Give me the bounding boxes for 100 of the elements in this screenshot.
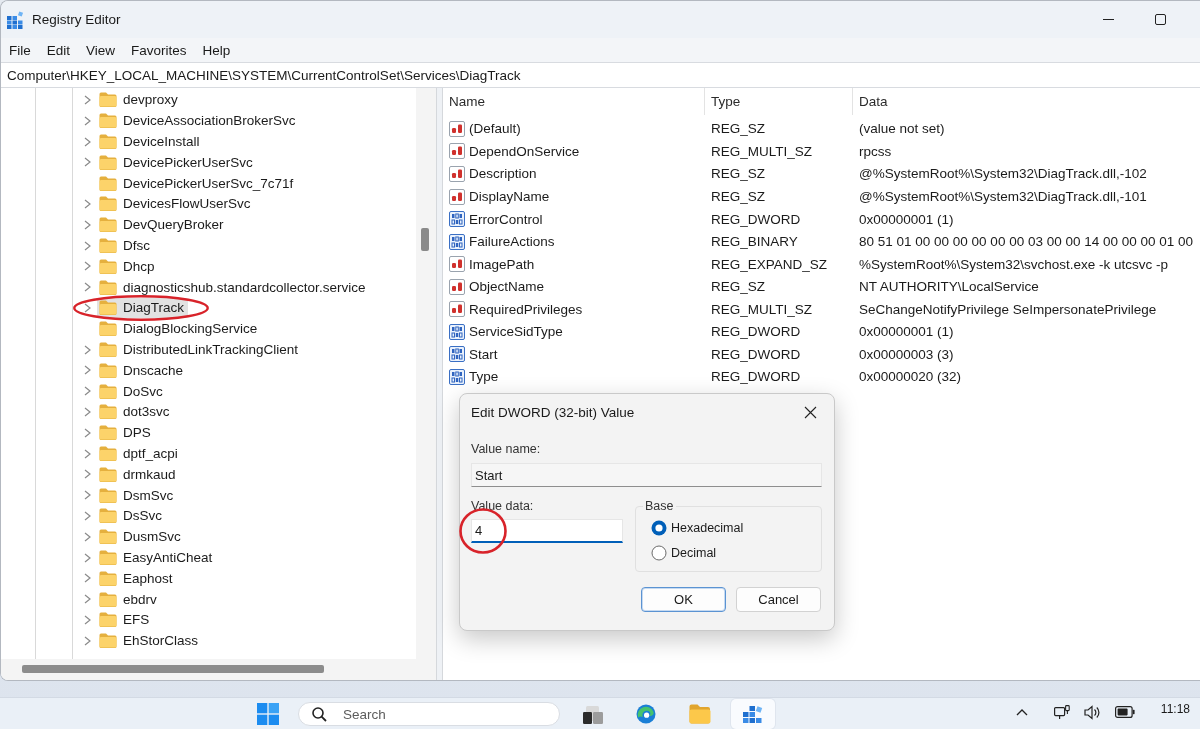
radio-icon[interactable] bbox=[651, 545, 667, 561]
tree-item[interactable]: DistributedLinkTrackingClient bbox=[97, 339, 303, 360]
expand-chevron-icon[interactable] bbox=[84, 344, 91, 355]
grid-tile-icon bbox=[449, 233, 465, 250]
value-type: REG_DWORD bbox=[711, 211, 801, 227]
value-name: (Default) bbox=[469, 121, 521, 137]
expand-chevron-icon[interactable] bbox=[84, 614, 91, 625]
radio-option[interactable]: Hexadecimal bbox=[651, 520, 744, 536]
expand-chevron-icon[interactable] bbox=[84, 282, 91, 293]
folder-icon bbox=[689, 703, 711, 725]
value-name-field[interactable]: Start bbox=[471, 463, 822, 487]
tree-item[interactable]: DevQueryBroker bbox=[97, 214, 228, 235]
tree-item[interactable]: dot3svc bbox=[97, 401, 174, 422]
menu-item[interactable]: Favorites bbox=[123, 39, 195, 61]
maximize-icon bbox=[1154, 14, 1166, 25]
clock[interactable]: 11:18 bbox=[1160, 702, 1190, 716]
tree-item[interactable]: DialogBlockingService bbox=[97, 318, 262, 339]
expand-chevron-icon[interactable] bbox=[84, 552, 91, 563]
folder-icon bbox=[99, 175, 117, 191]
tree-item[interactable]: DevicesFlowUserSvc bbox=[97, 193, 255, 214]
expand-chevron-icon[interactable] bbox=[84, 198, 91, 209]
chevron-up-icon[interactable] bbox=[1015, 708, 1028, 716]
expand-chevron-icon[interactable] bbox=[84, 490, 91, 501]
expand-chevron-icon[interactable] bbox=[84, 240, 91, 251]
search-field[interactable]: Search bbox=[298, 702, 560, 726]
expand-chevron-icon[interactable] bbox=[84, 510, 91, 521]
expand-chevron-icon[interactable] bbox=[84, 448, 91, 459]
tree-item[interactable]: Dhcp bbox=[97, 256, 159, 277]
tree-item[interactable]: EhStorClass bbox=[97, 630, 203, 651]
speaker-icon[interactable] bbox=[1083, 704, 1101, 720]
expand-chevron-icon[interactable] bbox=[84, 365, 91, 376]
scrollbar-thumb[interactable] bbox=[22, 665, 324, 673]
tree-item[interactable]: DevicePickerUserSvc bbox=[97, 152, 257, 173]
folder-icon bbox=[99, 300, 117, 316]
tree-item[interactable]: Dfsc bbox=[97, 235, 154, 256]
tree-item[interactable]: DoSvc bbox=[97, 381, 167, 402]
value-data: 0x00000020 (32) bbox=[859, 369, 962, 385]
tree-item[interactable]: drmkaud bbox=[97, 464, 180, 485]
tree-item[interactable]: diagnosticshub.standardcollector.service bbox=[97, 277, 370, 298]
expand-chevron-icon[interactable] bbox=[84, 136, 91, 147]
blocks-icon bbox=[742, 703, 764, 725]
value-data-field[interactable]: 4 bbox=[471, 519, 623, 543]
folder-icon bbox=[99, 591, 117, 607]
tree-item[interactable]: devproxy bbox=[97, 90, 182, 110]
folder-icon bbox=[99, 466, 117, 482]
bars-tile-icon bbox=[449, 188, 465, 205]
tree-item[interactable]: ebdrv bbox=[97, 589, 161, 610]
tree-item[interactable]: DeviceInstall bbox=[97, 131, 204, 152]
expand-chevron-icon[interactable] bbox=[84, 386, 91, 397]
value-type: REG_SZ bbox=[711, 189, 765, 204]
radio-icon[interactable] bbox=[651, 520, 667, 536]
address-field[interactable]: Computer\HKEY_LOCAL_MACHINE\SYSTEM\CurrentControlSet\Services\DiagTrack bbox=[1, 62, 1200, 88]
scrollbar-thumb[interactable] bbox=[421, 228, 429, 251]
expand-chevron-icon[interactable] bbox=[84, 406, 91, 417]
expand-chevron-icon[interactable] bbox=[84, 219, 91, 230]
folder-icon bbox=[99, 425, 117, 441]
menu-item[interactable]: Edit bbox=[38, 39, 79, 61]
monitor-plug-icon[interactable] bbox=[1053, 704, 1070, 720]
expand-chevron-icon[interactable] bbox=[84, 302, 91, 313]
expand-chevron-icon[interactable] bbox=[84, 469, 91, 480]
tree-item[interactable]: DusmSvc bbox=[97, 526, 185, 547]
value-name: Type bbox=[469, 369, 499, 385]
folder-icon bbox=[99, 487, 117, 503]
menu-item[interactable]: View bbox=[78, 39, 124, 61]
grid-tile-icon bbox=[449, 211, 465, 228]
folder-icon bbox=[99, 154, 117, 170]
expand-chevron-icon[interactable] bbox=[84, 95, 91, 105]
tree-item[interactable]: Dnscache bbox=[97, 360, 188, 381]
expand-chevron-icon[interactable] bbox=[84, 635, 91, 646]
search-icon bbox=[312, 706, 327, 722]
tree-item[interactable]: Eaphost bbox=[97, 568, 177, 589]
expand-chevron-icon[interactable] bbox=[84, 115, 91, 126]
battery-icon[interactable] bbox=[1114, 706, 1135, 718]
field-label: Value name: bbox=[471, 442, 541, 457]
value-data: NT AUTHORITY\LocalService bbox=[859, 279, 1039, 295]
folder-icon bbox=[99, 238, 117, 254]
tree-item[interactable]: dptf_acpi bbox=[97, 443, 182, 464]
dialog-title: Edit DWORD (32-bit) Value bbox=[471, 404, 635, 420]
value-data: @%SystemRoot%\System32\DiagTrack.dll,-101 bbox=[859, 189, 1147, 204]
tree-item[interactable]: EFS bbox=[97, 609, 154, 630]
radio-option[interactable]: Decimal bbox=[651, 545, 717, 561]
expand-chevron-icon[interactable] bbox=[84, 573, 91, 584]
value-data: (value not set) bbox=[859, 121, 945, 137]
tree-item[interactable]: DsmSvc bbox=[97, 485, 178, 506]
expand-chevron-icon[interactable] bbox=[84, 157, 91, 168]
tree-item[interactable]: DevicePickerUserSvc_7c71f bbox=[97, 173, 298, 194]
tree-item[interactable]: DsSvc bbox=[97, 505, 166, 526]
expand-chevron-icon[interactable] bbox=[84, 261, 91, 272]
tree-item[interactable]: DeviceAssociationBrokerSvc bbox=[97, 110, 300, 131]
dialog-button[interactable]: OK bbox=[641, 587, 726, 612]
tree-item[interactable]: DPS bbox=[97, 422, 155, 443]
tree-item[interactable]: EasyAntiCheat bbox=[97, 547, 217, 568]
expand-chevron-icon[interactable] bbox=[84, 531, 91, 542]
value-name: Description bbox=[469, 166, 537, 182]
menu-item[interactable]: File bbox=[1, 39, 39, 61]
expand-chevron-icon[interactable] bbox=[84, 427, 91, 438]
menu-item[interactable]: Help bbox=[194, 39, 239, 61]
expand-chevron-icon[interactable] bbox=[84, 594, 91, 605]
dialog-button[interactable]: Cancel bbox=[736, 587, 821, 612]
stacked-tiles-icon bbox=[583, 703, 605, 725]
